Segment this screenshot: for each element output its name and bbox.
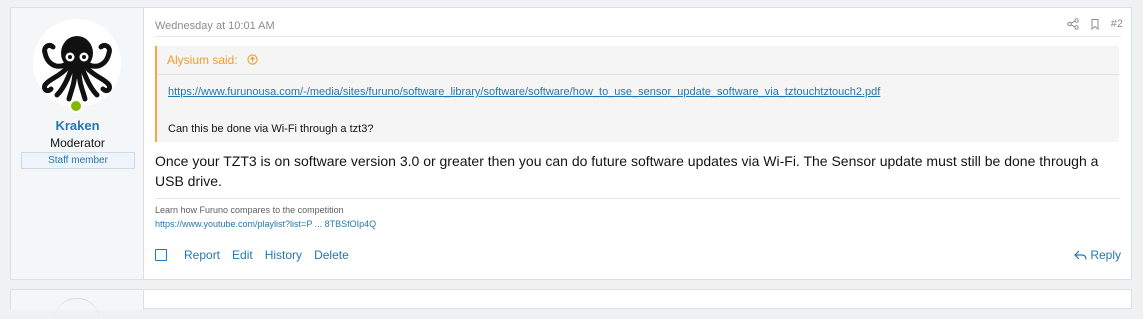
reply-button[interactable]: Reply: [1074, 248, 1121, 262]
select-checkbox[interactable]: [155, 249, 167, 261]
post-footer-actions: Report Edit History Delete: [155, 248, 361, 262]
post-number-link[interactable]: #2: [1111, 18, 1123, 30]
signature-text: Learn how Furuno compares to the competi…: [155, 205, 344, 215]
avatar[interactable]: [33, 19, 121, 107]
signature-divider: [155, 198, 1120, 199]
quote-header: Alysium said:: [157, 46, 1119, 75]
post-main: Wednesday at 10:01 AM #2 Alysium said: h…: [145, 8, 1131, 279]
quote-link[interactable]: https://www.furunousa.com/-/media/sites/…: [168, 86, 880, 98]
signature-link[interactable]: https://www.youtube.com/playlist?list=P …: [155, 219, 376, 229]
history-link[interactable]: History: [265, 248, 302, 262]
header-divider: [155, 36, 1121, 37]
reply-label: Reply: [1090, 248, 1121, 262]
post-header-actions: #2: [1067, 18, 1123, 30]
post-date[interactable]: Wednesday at 10:01 AM: [155, 20, 275, 32]
reply-icon: [1074, 250, 1087, 260]
quote-text: Can this be done via Wi-Fi through a tzt…: [168, 123, 374, 135]
edit-link[interactable]: Edit: [232, 248, 253, 262]
arrow-up-circle-icon[interactable]: [247, 47, 258, 75]
forum-post: Kraken Moderator Staff member Wednesday …: [10, 7, 1132, 280]
online-status-icon: [69, 99, 83, 113]
quote-author[interactable]: Alysium said:: [167, 53, 238, 67]
next-post-user-cell: [11, 290, 144, 310]
delete-link[interactable]: Delete: [314, 248, 349, 262]
next-post-avatar: [55, 298, 99, 319]
username-link[interactable]: Kraken: [11, 118, 144, 133]
post-body: Once your TZT3 is on software version 3.…: [155, 153, 1099, 189]
next-post-partial: [10, 289, 1132, 310]
staff-badge: Staff member: [21, 152, 135, 169]
quote-block: Alysium said: https://www.furunousa.com/…: [155, 46, 1119, 142]
octopus-icon: [33, 19, 121, 107]
user-title: Moderator: [50, 136, 105, 150]
report-link[interactable]: Report: [184, 248, 220, 262]
bookmark-icon[interactable]: [1089, 18, 1101, 30]
share-icon[interactable]: [1067, 18, 1079, 30]
post-user-cell: Kraken Moderator Staff member: [11, 8, 144, 279]
